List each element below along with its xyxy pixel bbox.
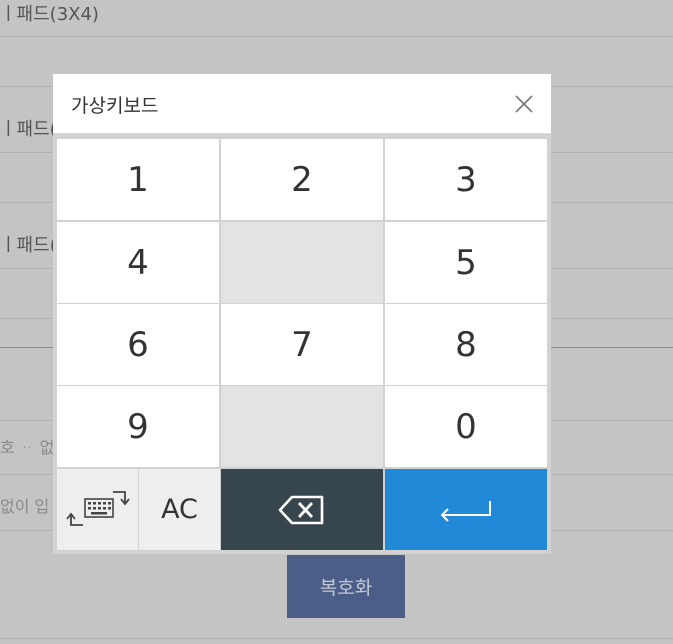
backspace-button[interactable]	[221, 469, 383, 550]
keypad-option-label-2: ㅣ패드(	[0, 119, 57, 140]
keyboard-switch-icon	[65, 490, 130, 526]
key-0[interactable]: 0	[385, 386, 547, 467]
key-7[interactable]: 7	[221, 304, 383, 385]
keyboard-switch-button[interactable]	[57, 469, 138, 550]
virtual-keyboard-dialog: 가상키보드 1 2 3 4 5 6 7 8 9 0 AC	[53, 74, 551, 554]
key-1[interactable]: 1	[57, 139, 219, 220]
keypad-option-label-3: ㅣ패드(	[0, 235, 57, 256]
dialog-title: 가상키보드	[71, 95, 159, 117]
clear-all-button[interactable]: AC	[139, 469, 220, 550]
key-blank	[221, 386, 383, 467]
key-6[interactable]: 6	[57, 304, 219, 385]
keypad-option-label-1: ㅣ패드(3X4)	[0, 4, 99, 25]
key-8[interactable]: 8	[385, 304, 547, 385]
dialog-header: 가상키보드	[53, 74, 551, 134]
key-3[interactable]: 3	[385, 139, 547, 220]
close-icon	[515, 95, 533, 113]
enter-icon	[440, 500, 491, 522]
close-button[interactable]	[511, 91, 537, 117]
divider	[0, 36, 673, 37]
key-4[interactable]: 4	[57, 222, 219, 303]
decrypt-button[interactable]: 복호화	[287, 555, 405, 618]
key-2[interactable]: 2	[221, 139, 383, 220]
divider	[0, 638, 673, 639]
placeholder-text-2: 없이 입	[0, 497, 50, 516]
key-blank	[221, 222, 383, 303]
placeholder-text-1: 호 ᆢ 없	[0, 438, 55, 457]
key-9[interactable]: 9	[57, 386, 219, 467]
enter-button[interactable]	[385, 469, 547, 550]
key-5[interactable]: 5	[385, 222, 547, 303]
backspace-icon	[278, 495, 324, 524]
